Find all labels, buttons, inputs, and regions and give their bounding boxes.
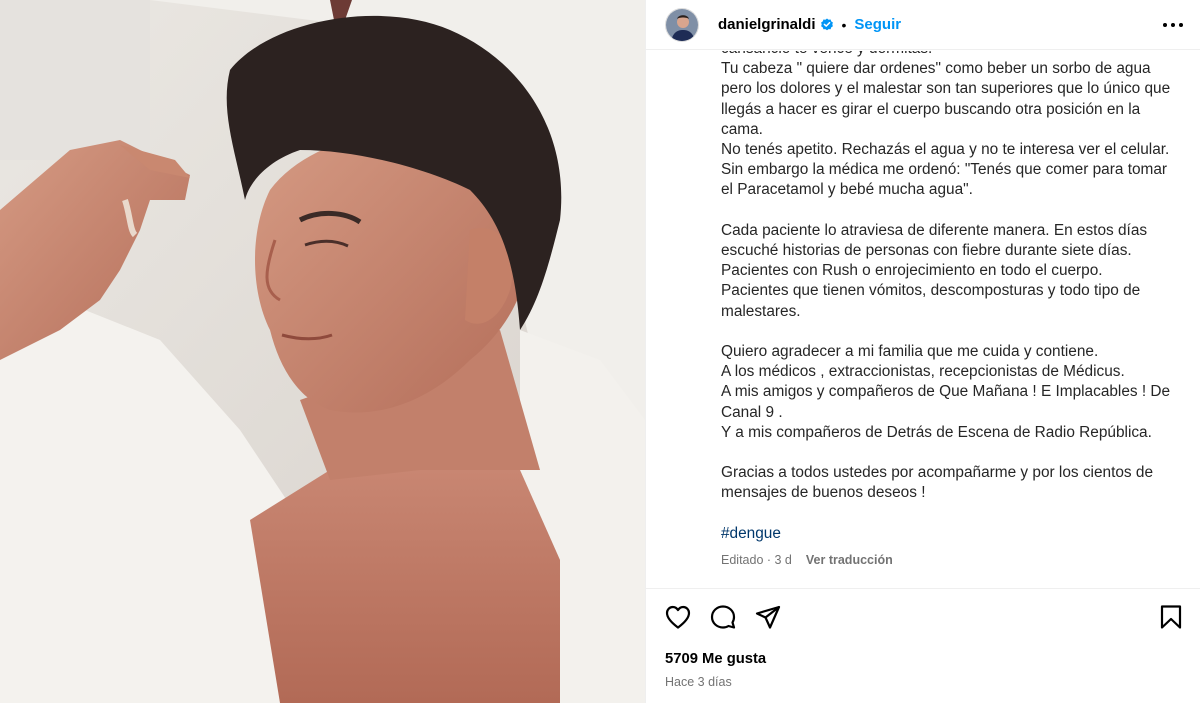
likes-count[interactable]: 5709 Me gusta <box>665 651 766 667</box>
caption-area[interactable]: cansancio te vence y dormitás.Tu cabeza … <box>646 51 1200 587</box>
post-photo[interactable] <box>0 0 645 703</box>
caption-line: No tenés apetito. Rechazás el agua y no … <box>721 141 1170 159</box>
separator-dot: • <box>841 16 847 33</box>
caption-line: Gracias a todos ustedes por acompañarme … <box>721 464 1154 502</box>
caption-line <box>721 504 1181 524</box>
caption-line: A mis amigos y compañeros de Que Mañana … <box>721 383 1171 421</box>
bookmark-icon[interactable] <box>1157 603 1185 631</box>
heart-icon[interactable] <box>664 603 692 631</box>
username-link[interactable]: danielgrinaldi <box>718 16 816 33</box>
caption-text: cansancio te vence y dormitás.Tu cabeza … <box>721 51 1181 570</box>
more-options-icon[interactable] <box>1163 17 1183 33</box>
post-time[interactable]: Hace 3 días <box>665 675 732 689</box>
follow-button[interactable]: Seguir <box>854 16 901 33</box>
edited-label: Editado · 3 d <box>721 553 792 568</box>
caption-line <box>721 443 1181 463</box>
avatar[interactable] <box>665 7 699 42</box>
comment-icon[interactable] <box>709 603 737 631</box>
see-translation-button[interactable]: Ver traducción <box>806 550 893 570</box>
man-in-bed-photo <box>0 0 645 703</box>
caption-line: Pacientes con Rush o enrojecimiento en t… <box>721 262 1103 280</box>
caption-line: Cada paciente lo atraviesa de diferente … <box>721 221 1148 260</box>
caption-line: Pacientes que tienen vómitos, descompost… <box>721 282 1141 320</box>
verified-badge-icon <box>820 18 834 32</box>
hashtag-link[interactable]: #dengue <box>721 524 781 544</box>
caption-meta: Editado · 3 d Ver traducción <box>721 550 1181 570</box>
caption-line <box>721 201 1181 221</box>
caption-line: Sin embargo la médica me ordenó: "Tenés … <box>721 161 1168 199</box>
caption-line: Tu cabeza " quiere dar ordenes" como beb… <box>721 60 1171 138</box>
caption-line: A los médicos , extraccionistas, recepci… <box>721 363 1125 381</box>
post-header: danielgrinaldi • Seguir <box>646 0 1200 50</box>
caption-line: Quiero agradecer a mi familia que me cui… <box>721 343 1099 361</box>
post-actions <box>664 603 782 631</box>
share-icon[interactable] <box>754 603 782 631</box>
post-side-panel: danielgrinaldi • Seguir cansancio te ven… <box>645 0 1200 703</box>
caption-line <box>721 322 1181 342</box>
caption-line: Y a mis compañeros de Detrás de Escena d… <box>721 423 1152 441</box>
caption-line: cansancio te vence y dormitás. <box>721 51 1181 59</box>
actions-bar: 5709 Me gusta Hace 3 días <box>646 588 1200 703</box>
